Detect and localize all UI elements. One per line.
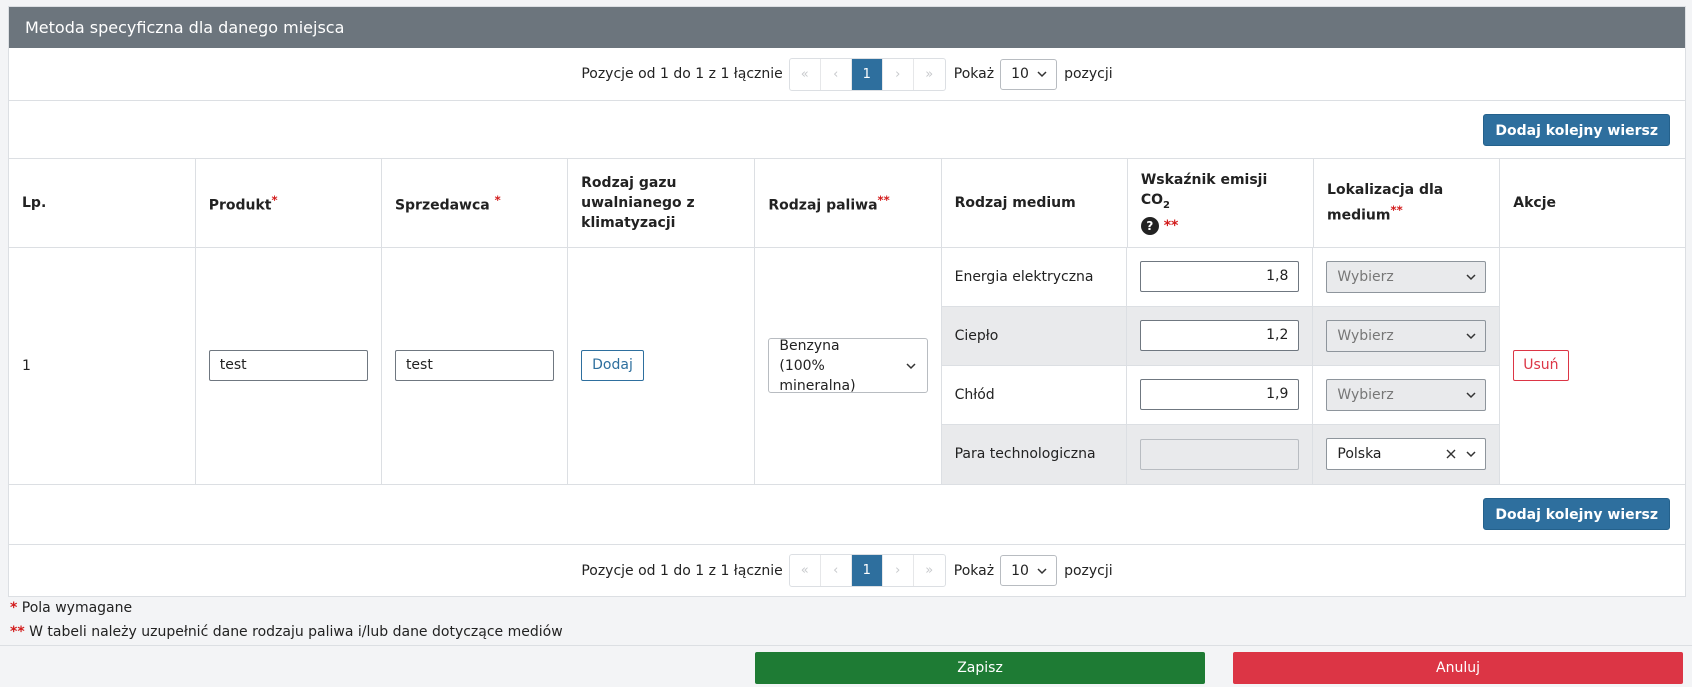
next-page-button[interactable]: › bbox=[883, 555, 914, 586]
legend-required: * Pola wymagane bbox=[10, 600, 133, 616]
emission-factor-input bbox=[1140, 438, 1300, 470]
pagination-info: Pozycje od 1 do 1 z 1 łącznie bbox=[581, 562, 783, 579]
media-row: Para technologiczna Polska bbox=[941, 424, 1500, 484]
page-size-select[interactable]: 10 bbox=[1000, 555, 1058, 586]
clear-icon[interactable] bbox=[1445, 448, 1457, 460]
header-sprzedawca: Sprzedawca * bbox=[381, 159, 569, 248]
media-row: Ciepło 1,2 Wybierz bbox=[941, 306, 1500, 366]
emission-factor-input[interactable]: 1,9 bbox=[1140, 379, 1300, 410]
legend-fuel-or-media: ** W tabeli należy uzupełnić dane rodzaj… bbox=[10, 624, 563, 640]
chevron-down-icon bbox=[906, 362, 916, 369]
pagination-info: Pozycje od 1 do 1 z 1 łącznie bbox=[581, 66, 783, 82]
location-select[interactable]: Wybierz bbox=[1326, 319, 1487, 352]
toolbar-top: Dodaj kolejny wiersz bbox=[9, 101, 1685, 159]
header-paliwo: Rodzaj paliwa** bbox=[754, 159, 942, 248]
site-specific-method-panel: Metoda specyficzna dla danego miejsca Po… bbox=[8, 6, 1686, 597]
fuel-select[interactable]: Benzyna (100% mineralna) bbox=[768, 337, 928, 394]
header-produkt: Produkt* bbox=[195, 159, 382, 248]
page-size-select[interactable]: 10 bbox=[1000, 58, 1058, 90]
current-page-button[interactable]: 1 bbox=[851, 58, 883, 90]
pagination-bottom: Pozycje od 1 do 1 z 1 łącznie « ‹ 1 › » … bbox=[9, 543, 1685, 597]
form-footer: Zapisz Anuluj bbox=[0, 645, 1692, 687]
add-row-button-bottom[interactable]: Dodaj kolejny wiersz bbox=[1483, 497, 1670, 530]
last-page-button[interactable]: » bbox=[914, 59, 945, 90]
cell-gaz: Dodaj bbox=[567, 247, 756, 485]
cell-produkt: test bbox=[195, 247, 382, 485]
emission-factor-input[interactable]: 1,2 bbox=[1140, 320, 1300, 351]
media-name: Chłód bbox=[942, 365, 1128, 424]
prev-page-button[interactable]: ‹ bbox=[821, 58, 852, 90]
cell-sprzedawca: test bbox=[381, 247, 569, 485]
header-lokalizacja: Lokalizacja dla medium** bbox=[1313, 159, 1501, 248]
fuel-select-value: Benzyna (100% mineralna) bbox=[779, 337, 856, 394]
data-table: Lp. Produkt* Sprzedawca * Rodzaj gazu uw… bbox=[9, 159, 1685, 485]
media-name: Para technologiczna bbox=[942, 424, 1128, 484]
location-select[interactable]: Wybierz bbox=[1326, 378, 1487, 411]
pager-controls: « ‹ 1 › » bbox=[788, 57, 946, 91]
produkt-input[interactable]: test bbox=[208, 350, 368, 381]
page-size-suffix: pozycji bbox=[1064, 66, 1113, 82]
page-size-suffix: pozycji bbox=[1064, 562, 1113, 579]
chevron-down-icon bbox=[1466, 332, 1476, 339]
header-wskaznik: Wskaźnik emisji CO2? ** bbox=[1127, 159, 1315, 248]
cancel-button[interactable]: Anuluj bbox=[1233, 652, 1683, 684]
page-size-value: 10 bbox=[1011, 66, 1029, 82]
media-row: Chłód 1,9 Wybierz bbox=[941, 365, 1500, 425]
page-size-value: 10 bbox=[1011, 562, 1029, 579]
media-name: Ciepło bbox=[942, 306, 1128, 365]
next-page-button[interactable]: › bbox=[883, 58, 914, 90]
last-page-button[interactable]: » bbox=[914, 555, 945, 586]
add-row-button-top[interactable]: Dodaj kolejny wiersz bbox=[1483, 114, 1670, 146]
show-label: Pokaż bbox=[953, 562, 995, 579]
header-medium: Rodzaj medium bbox=[941, 159, 1128, 248]
sprzedawca-input[interactable]: test bbox=[394, 350, 555, 381]
add-gas-button[interactable]: Dodaj bbox=[581, 350, 644, 381]
chevron-down-icon bbox=[1037, 567, 1047, 574]
cell-lp: 1 bbox=[9, 247, 196, 485]
location-select[interactable]: Polska bbox=[1326, 438, 1487, 470]
current-page-button[interactable]: 1 bbox=[851, 555, 883, 586]
media-row: Energia elektryczna 1,8 Wybierz bbox=[941, 247, 1500, 307]
help-icon[interactable]: ? bbox=[1140, 216, 1159, 235]
emission-factor-input[interactable]: 1,8 bbox=[1140, 261, 1300, 292]
chevron-down-icon bbox=[1466, 391, 1476, 398]
first-page-button[interactable]: « bbox=[790, 555, 821, 586]
pager-controls: « ‹ 1 › » bbox=[788, 554, 946, 587]
show-label: Pokaż bbox=[953, 66, 995, 82]
save-button[interactable]: Zapisz bbox=[755, 652, 1205, 684]
cell-akcje: Usuń bbox=[1499, 247, 1685, 485]
chevron-down-icon bbox=[1466, 273, 1476, 280]
remove-row-button[interactable]: Usuń bbox=[1513, 350, 1569, 381]
media-name: Energia elektryczna bbox=[942, 247, 1128, 306]
pagination-top: Pozycje od 1 do 1 z 1 łącznie « ‹ 1 › » … bbox=[9, 48, 1685, 101]
header-lp: Lp. bbox=[9, 159, 196, 248]
location-select[interactable]: Wybierz bbox=[1326, 260, 1487, 293]
first-page-button[interactable]: « bbox=[790, 58, 821, 90]
toolbar-bottom: Dodaj kolejny wiersz bbox=[9, 485, 1685, 544]
table-row: 1 test test Dodaj Benzyna (100% mineraln… bbox=[9, 247, 1685, 485]
chevron-down-icon bbox=[1037, 71, 1047, 78]
media-block: Energia elektryczna 1,8 Wybierz Ciepło 1… bbox=[941, 247, 1501, 485]
header-gaz: Rodzaj gazu uwalnianego z klimatyzacji bbox=[567, 159, 756, 248]
chevron-down-icon bbox=[1466, 451, 1476, 458]
cell-paliwo: Benzyna (100% mineralna) bbox=[754, 247, 942, 485]
header-akcje: Akcje bbox=[1499, 159, 1685, 248]
panel-title: Metoda specyficzna dla danego miejsca bbox=[9, 7, 1685, 48]
prev-page-button[interactable]: ‹ bbox=[821, 555, 852, 586]
